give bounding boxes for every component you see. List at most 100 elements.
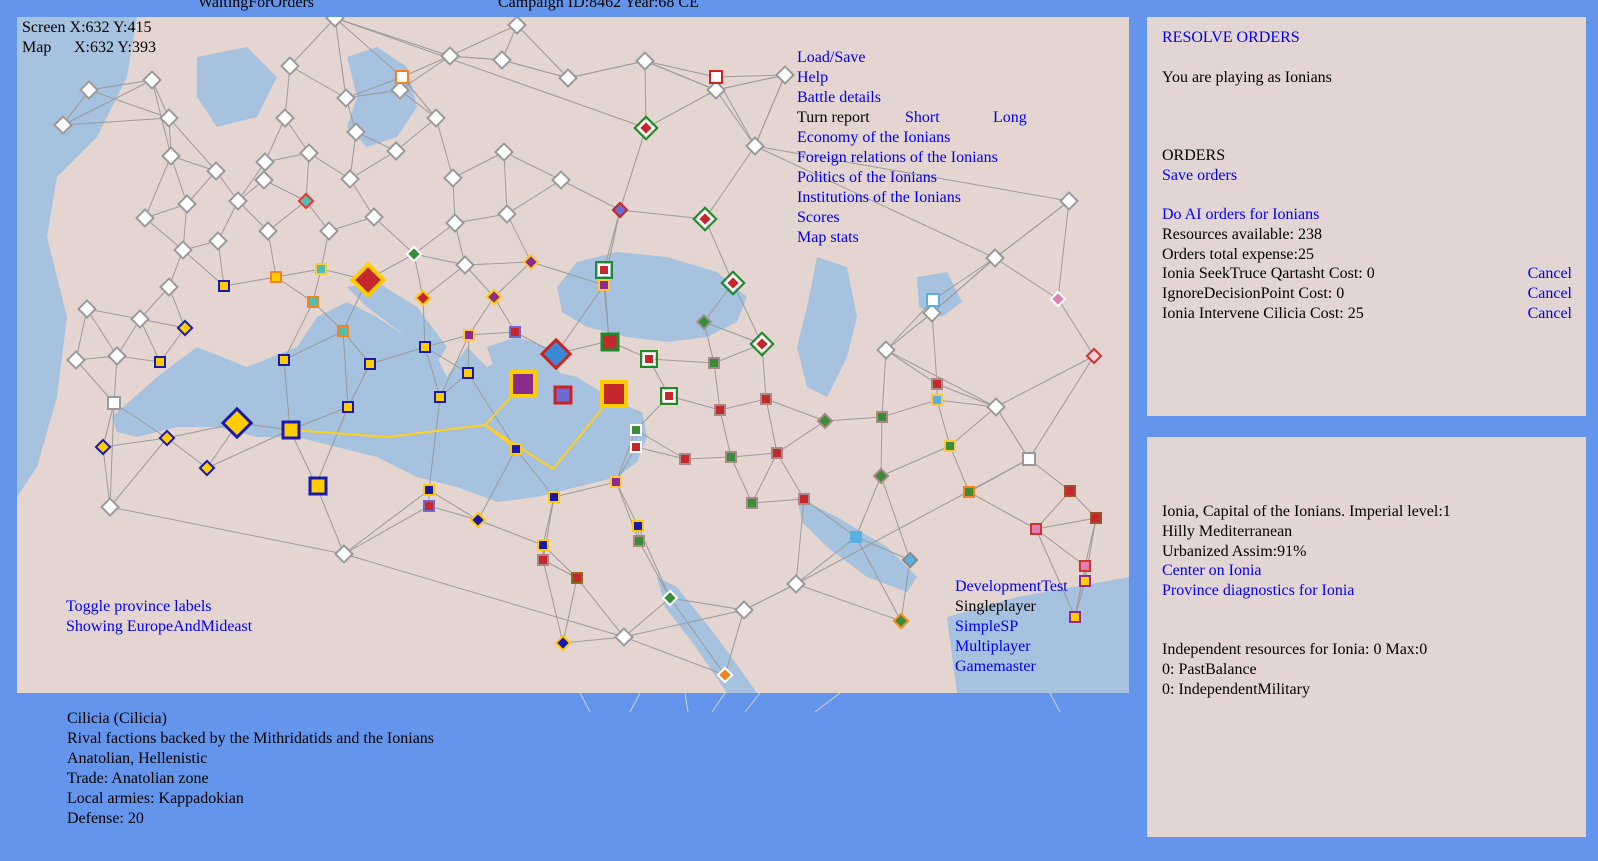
province-square-marker[interactable] [1064,485,1076,497]
save-orders-link[interactable]: Save orders [1162,166,1237,186]
province-square-marker[interactable] [423,484,435,496]
province-diamond-marker[interactable] [94,438,112,456]
province-square-marker[interactable] [798,493,810,505]
province-square-marker[interactable] [107,396,121,410]
help-link[interactable]: Help [797,68,998,88]
province-square-marker[interactable] [876,411,888,423]
province-diamond-marker[interactable] [469,511,487,529]
province-diamond-marker[interactable] [633,115,659,141]
province-diamond-marker[interactable] [872,467,890,485]
province-square-marker[interactable] [850,531,862,543]
province-diamond-marker[interactable] [786,574,806,594]
development-test-link[interactable]: DevelopmentTest [955,577,1068,597]
province-diamond-marker[interactable] [1085,347,1103,365]
province-square-marker[interactable] [931,394,943,406]
turn-report-long-link[interactable]: Long [993,108,1027,128]
province-diamond-marker[interactable] [1049,290,1067,308]
province-diamond-marker[interactable] [336,88,356,108]
province-diamond-marker[interactable] [161,146,181,166]
multiplayer-link[interactable]: Multiplayer [955,637,1068,657]
province-diamond-marker[interactable] [254,170,274,190]
province-square-marker[interactable] [944,440,956,452]
province-square-marker[interactable] [278,354,290,366]
province-square-marker[interactable] [463,329,475,341]
province-square-marker[interactable] [709,70,723,84]
province-diagnostics-link[interactable]: Province diagnostics for Ionia [1162,581,1354,601]
province-square-marker[interactable] [423,500,435,512]
province-diamond-marker[interactable] [440,46,460,66]
province-square-marker[interactable] [571,572,583,584]
province-diamond-marker[interactable] [340,169,360,189]
province-square-marker[interactable] [746,497,758,509]
toggle-labels-link[interactable]: Toggle province labels [66,597,212,617]
province-square-marker[interactable] [1069,611,1081,623]
province-diamond-marker[interactable] [1059,191,1079,211]
province-diamond-marker[interactable] [635,51,655,71]
province-diamond-marker[interactable] [275,108,295,128]
province-diamond-marker[interactable] [426,108,446,128]
province-square-marker[interactable] [926,293,940,307]
province-square-marker[interactable] [364,358,376,370]
turn-report-short-link[interactable]: Short [905,108,940,128]
province-square-marker[interactable] [931,378,943,390]
province-square-marker[interactable] [537,539,549,551]
province-diamond-marker[interactable] [176,319,194,337]
province-square-marker[interactable] [600,332,620,352]
province-square-marker[interactable] [714,404,726,416]
province-diamond-marker[interactable] [445,213,465,233]
province-square-marker[interactable] [315,263,327,275]
province-diamond-marker[interactable] [734,600,754,620]
province-square-marker[interactable] [708,357,720,369]
province-diamond-marker[interactable] [173,240,193,260]
load-save-link[interactable]: Load/Save [797,48,998,68]
gamemaster-link[interactable]: Gamemaster [955,657,1068,677]
province-diamond-marker[interactable] [299,143,319,163]
province-square-marker[interactable] [510,443,522,455]
province-square-marker[interactable] [308,476,328,496]
province-square-marker[interactable] [640,350,658,368]
world-map[interactable]: Screen X:632 Y:415 Map X:632 Y:393 Load/… [17,17,1129,693]
scores-link[interactable]: Scores [797,208,998,228]
province-diamond-marker[interactable] [107,346,127,366]
province-diamond-marker[interactable] [319,221,339,241]
province-square-marker[interactable] [462,367,474,379]
order-cancel-link[interactable]: Cancel [1528,304,1572,324]
province-diamond-marker[interactable] [611,201,629,219]
province-square-marker[interactable] [1090,512,1102,524]
province-square-marker[interactable] [337,325,349,337]
province-square-marker[interactable] [509,326,521,338]
province-square-marker[interactable] [270,271,282,283]
map-stats-link[interactable]: Map stats [797,228,998,248]
province-diamond-marker[interactable] [986,397,1006,417]
province-square-marker[interactable] [679,453,691,465]
province-diamond-marker[interactable] [297,192,315,210]
province-diamond-marker[interactable] [497,204,517,224]
province-square-marker[interactable] [771,447,783,459]
province-diamond-marker[interactable] [745,136,765,156]
province-diamond-marker[interactable] [706,80,726,100]
province-square-marker[interactable] [725,451,737,463]
province-square-marker[interactable] [509,370,537,398]
map-view-link[interactable]: Showing EuropeAndMideast [66,617,252,637]
economy-link[interactable]: Economy of the Ionians [797,128,998,148]
province-diamond-marker[interactable] [551,170,571,190]
province-square-marker[interactable] [281,420,301,440]
province-square-marker[interactable] [963,486,975,498]
province-diamond-marker[interactable] [142,70,162,90]
province-square-marker[interactable] [1079,560,1091,572]
province-diamond-marker[interactable] [135,208,155,228]
province-square-marker[interactable] [218,280,230,292]
province-square-marker[interactable] [1030,523,1042,535]
province-diamond-marker[interactable] [386,141,406,161]
province-diamond-marker[interactable] [816,412,834,430]
province-diamond-marker[interactable] [749,331,775,357]
province-square-marker[interactable] [760,393,772,405]
center-on-province-link[interactable]: Center on Ionia [1162,561,1262,581]
simple-sp-link[interactable]: SimpleSP [955,617,1068,637]
province-square-marker[interactable] [395,70,409,84]
province-square-marker[interactable] [630,424,642,436]
province-diamond-marker[interactable] [334,544,354,564]
province-diamond-marker[interactable] [985,248,1005,268]
province-square-marker[interactable] [434,391,446,403]
ai-orders-link[interactable]: Do AI orders for Ionians [1162,205,1319,225]
